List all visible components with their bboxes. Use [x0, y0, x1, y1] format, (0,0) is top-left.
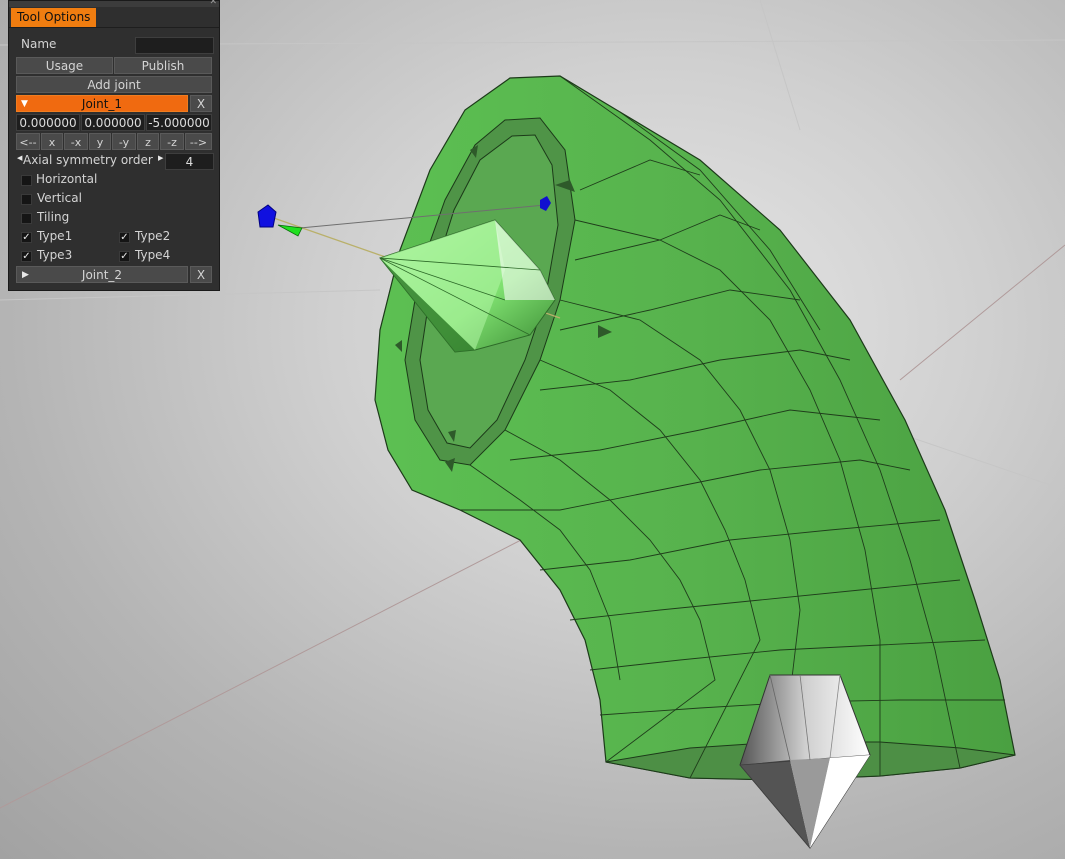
- type3-label: Type3: [37, 248, 73, 262]
- tool-options-panel: ✕ Tool Options Name Usage Publish Add jo…: [8, 0, 220, 291]
- axis-next-button[interactable]: -->: [185, 133, 212, 150]
- joint1-x-field[interactable]: 0.000000: [16, 114, 80, 131]
- tiling-label: Tiling: [37, 210, 70, 224]
- vertical-label: Vertical: [37, 191, 82, 205]
- tab-underline: [9, 27, 219, 28]
- axial-right-arrow-icon[interactable]: ▶: [158, 154, 163, 162]
- type1-label: Type1: [37, 229, 73, 243]
- expand-down-icon: ▼: [21, 99, 28, 109]
- type4-label: Type4: [135, 248, 171, 262]
- type1-checkbox[interactable]: ✓: [21, 232, 32, 243]
- horizontal-label: Horizontal: [36, 172, 98, 186]
- tab-tool-options[interactable]: Tool Options: [11, 8, 97, 27]
- axis-prev-button[interactable]: <--: [16, 133, 40, 150]
- horizontal-checkbox[interactable]: [21, 175, 32, 186]
- vertical-checkbox[interactable]: [21, 194, 32, 205]
- axis-x-button[interactable]: x: [41, 133, 63, 150]
- type3-checkbox[interactable]: ✓: [21, 251, 32, 262]
- joint2-remove-button[interactable]: X: [190, 266, 212, 283]
- name-input[interactable]: [135, 37, 214, 54]
- axis-neg-z-button[interactable]: -z: [160, 133, 184, 150]
- usage-button[interactable]: Usage: [16, 57, 113, 74]
- expand-right-icon: ▶: [22, 270, 29, 280]
- joint1-y-field[interactable]: 0.000000: [81, 114, 145, 131]
- axial-symmetry-input[interactable]: 4: [165, 153, 214, 170]
- axis-z-button[interactable]: z: [137, 133, 159, 150]
- joint1-label: Joint_1: [81, 97, 123, 111]
- axis-neg-y-button[interactable]: -y: [112, 133, 136, 150]
- panel-close-icon[interactable]: ✕: [209, 0, 217, 7]
- joint2-header[interactable]: ▶ Joint_2: [16, 266, 188, 283]
- joint1-header[interactable]: ▼ Joint_1: [16, 95, 188, 112]
- axis-y-button[interactable]: y: [89, 133, 111, 150]
- joint2-label: Joint_2: [81, 268, 123, 282]
- gizmo-blue-handle: [257, 204, 277, 228]
- publish-button[interactable]: Publish: [114, 57, 212, 74]
- axial-left-arrow-icon[interactable]: ◀: [17, 154, 22, 162]
- joint1-z-field[interactable]: -5.000000: [146, 114, 212, 131]
- add-joint-button[interactable]: Add joint: [16, 76, 212, 93]
- joint1-remove-button[interactable]: X: [190, 95, 212, 112]
- tiling-checkbox[interactable]: [21, 213, 32, 224]
- type2-checkbox[interactable]: ✓: [119, 232, 130, 243]
- type4-checkbox[interactable]: ✓: [119, 251, 130, 262]
- axial-symmetry-label: Axial symmetry order: [23, 153, 153, 167]
- panel-top-strip[interactable]: ✕: [9, 0, 219, 7]
- axis-neg-x-button[interactable]: -x: [64, 133, 88, 150]
- name-label: Name: [21, 37, 57, 51]
- type2-label: Type2: [135, 229, 171, 243]
